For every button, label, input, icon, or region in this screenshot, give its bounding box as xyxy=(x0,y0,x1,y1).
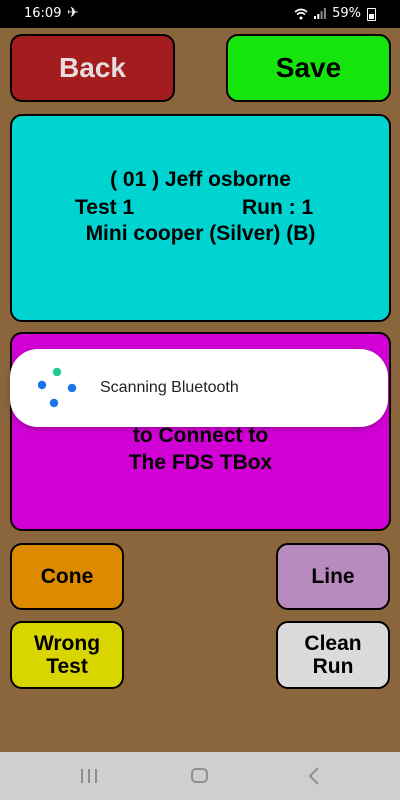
cone-button[interactable]: Cone xyxy=(10,543,124,610)
navigation-bar xyxy=(0,752,400,800)
save-button[interactable]: Save xyxy=(226,34,391,102)
test-number: Test 1 xyxy=(75,196,135,219)
scanning-message: Scanning Bluetooth xyxy=(100,379,239,396)
scanning-dialog: Scanning Bluetooth xyxy=(10,349,388,427)
run-number: Run : 1 xyxy=(242,196,314,219)
status-time: 16:09 xyxy=(24,6,62,21)
tbox-text-line1: to Connect to xyxy=(132,424,269,447)
wrong-test-button[interactable]: Wrong Test xyxy=(10,621,124,689)
home-icon[interactable] xyxy=(191,768,208,783)
nav-back-icon[interactable] xyxy=(306,766,322,786)
spinner-icon xyxy=(38,367,77,408)
clean-run-button[interactable]: Clean Run xyxy=(276,621,390,689)
battery-percent: 59% xyxy=(332,6,361,21)
tbox-text-line2: The FDS TBox xyxy=(128,451,273,474)
airplane-icon: ✈ xyxy=(67,5,79,21)
status-icons: 59% xyxy=(294,6,376,21)
driver-name: ( 01 ) Jeff osborne xyxy=(110,168,291,191)
line-button[interactable]: Line xyxy=(276,543,390,610)
car-description: Mini cooper (Silver) (B) xyxy=(85,222,316,245)
status-bar: 16:09 ✈ 59% xyxy=(0,0,400,28)
driver-info-panel: ( 01 ) Jeff osborne Test 1 Run : 1 Mini … xyxy=(10,114,391,322)
signal-icon xyxy=(314,8,326,19)
back-button[interactable]: Back xyxy=(10,34,175,102)
recent-apps-icon[interactable] xyxy=(80,768,98,784)
wifi-icon xyxy=(294,8,308,19)
battery-icon xyxy=(367,8,376,21)
